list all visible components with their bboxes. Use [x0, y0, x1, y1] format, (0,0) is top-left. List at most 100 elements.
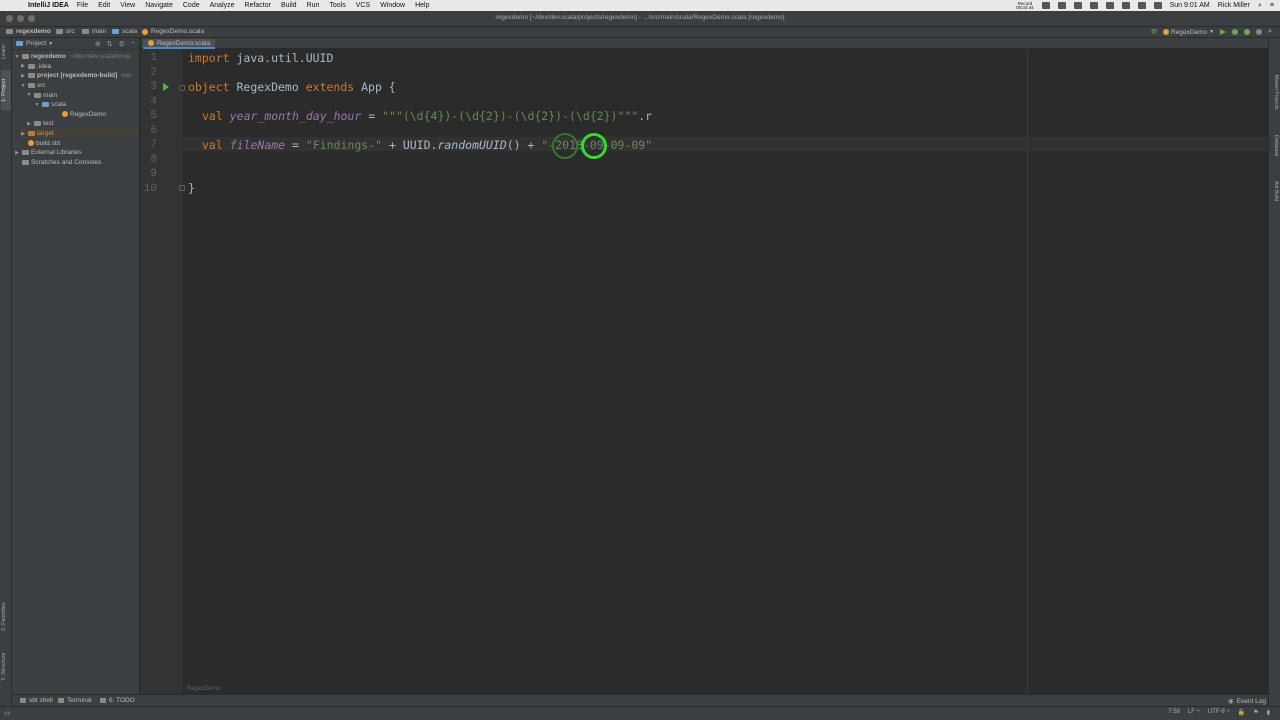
expanded-arrow-icon[interactable]: ▼	[34, 102, 40, 108]
menu-vcs[interactable]: VCS	[356, 2, 370, 9]
tab-structure[interactable]: 7: Structure	[1, 648, 11, 686]
screen-recorder-icon[interactable]	[1073, 2, 1082, 9]
menu-build[interactable]: Build	[281, 2, 297, 9]
expanded-arrow-icon[interactable]: ▼	[26, 92, 32, 98]
tab-ant-build[interactable]: Ant Build	[1269, 176, 1279, 206]
tree-item-project-regexdemo-build[interactable]: ▶ project [regexdemo-build] sou	[20, 71, 132, 81]
crumb-file[interactable]: RegexDemo.scala	[142, 28, 204, 35]
app-menu[interactable]: IntelliJ IDEA	[28, 2, 69, 9]
fold-marker-icon[interactable]	[179, 185, 185, 191]
git-icon[interactable]: ⚑	[1253, 709, 1258, 716]
tree-item-target[interactable]: ▶ target	[20, 128, 138, 139]
messages-icon[interactable]	[1089, 2, 1098, 9]
code-editor[interactable]: 1 2 3 4 5 6 7 8 9 10 import java.util.UUID object…	[141, 49, 1268, 694]
expanded-arrow-icon[interactable]: ▼	[14, 54, 20, 60]
crumb-src[interactable]: src	[56, 28, 75, 35]
tab-project[interactable]: 1: Project	[1, 70, 11, 110]
project-view-select[interactable]: Project ▼	[26, 40, 53, 47]
folder-icon	[82, 29, 89, 34]
terminal-button[interactable]: Terminal	[58, 697, 92, 704]
memory-indicator-icon[interactable]: ▮	[1267, 709, 1270, 716]
bluetooth-icon[interactable]	[1105, 2, 1114, 9]
crumb-main[interactable]: main	[82, 28, 106, 35]
menu-window[interactable]: Window	[380, 2, 405, 9]
menu-refactor[interactable]: Refactor	[245, 2, 271, 9]
clock[interactable]: Sun 9:01 AM	[1170, 2, 1210, 9]
collapsed-arrow-icon[interactable]: ▶	[20, 73, 26, 79]
notification-center-icon[interactable]: ≡	[1270, 2, 1274, 9]
editor-tab-regexdemo[interactable]: RegexDemo.scala	[143, 39, 216, 49]
scroll-from-source-icon[interactable]: ⊕	[95, 40, 101, 48]
menu-tools[interactable]: Tools	[329, 2, 345, 9]
menu-help[interactable]: Help	[415, 2, 429, 9]
menu-code[interactable]: Code	[183, 2, 200, 9]
spotlight-search-icon[interactable]: ⌕	[1258, 2, 1262, 10]
collapsed-arrow-icon[interactable]: ▶	[26, 121, 32, 127]
tree-item-build-sbt[interactable]: build.sbt	[20, 138, 60, 148]
lock-icon[interactable]: 🔓	[1238, 709, 1245, 716]
tree-item-main[interactable]: ▼ main	[26, 90, 58, 100]
tab-favorites[interactable]: 2: Favorites	[1, 598, 11, 636]
run-icon[interactable]	[1220, 29, 1227, 35]
hide-panel-icon[interactable]: −	[131, 40, 135, 48]
gear-icon[interactable]: ⚙	[119, 40, 125, 48]
status-left-icon[interactable]: ▭	[4, 709, 11, 717]
menu-run[interactable]: Run	[307, 2, 320, 9]
caret-position[interactable]: 7:58	[1168, 709, 1180, 716]
tree-item-test[interactable]: ▶ test	[26, 119, 53, 129]
volume-icon[interactable]	[1121, 2, 1130, 9]
profile-icon[interactable]	[1256, 29, 1263, 35]
encoding-select[interactable]: UTF-8 ÷	[1208, 709, 1230, 716]
tree-item-idea[interactable]: ▶ .idea	[20, 62, 51, 72]
build-hammer-icon[interactable]: ⚒	[1151, 28, 1157, 36]
menu-view[interactable]: View	[120, 2, 135, 9]
tree-item-path: ~/dev/dev.scala/proje	[69, 53, 131, 61]
menu-navigate[interactable]: Navigate	[145, 2, 173, 9]
run-config-label: RegexDemo	[1170, 28, 1208, 36]
search-everywhere-icon[interactable]: ⌕	[1268, 28, 1272, 36]
fold-marker-icon[interactable]	[179, 85, 185, 91]
wifi-icon[interactable]	[1137, 2, 1146, 9]
crumb-scala[interactable]: scala	[112, 28, 137, 35]
tree-item-regexdemo[interactable]: RegexDemo	[54, 110, 106, 120]
coverage-icon[interactable]	[1244, 29, 1251, 35]
menu-analyze[interactable]: Analyze	[210, 2, 235, 9]
run-config-select[interactable]: RegexDemo ▼	[1162, 28, 1214, 36]
tree-item-external-libraries[interactable]: ▶ External Libraries	[14, 148, 82, 158]
collapsed-arrow-icon[interactable]: ▶	[20, 131, 26, 137]
expanded-arrow-icon[interactable]: ▼	[20, 83, 26, 89]
menu-file[interactable]: File	[77, 2, 88, 9]
tab-learn[interactable]: Learn	[1, 40, 11, 64]
method-name: randomUUID	[437, 138, 507, 152]
collapsed-arrow-icon[interactable]: ▶	[20, 63, 26, 69]
run-gutter-icon[interactable]	[163, 83, 169, 91]
crumb-label: main	[92, 28, 107, 35]
collapsed-arrow-icon[interactable]: ▶	[14, 150, 20, 156]
creative-cloud-icon[interactable]	[1057, 2, 1066, 9]
macos-menu-bar: IntelliJ IDEA File Edit View Navigate Co…	[0, 0, 1280, 11]
todo-button[interactable]: 6: TODO	[100, 697, 135, 704]
tree-item-scratches-and-consoles[interactable]: Scratches and Consoles	[14, 158, 101, 168]
tree-item-src[interactable]: ▼ src	[20, 81, 46, 91]
tree-item-scala[interactable]: ▼ scala	[34, 100, 67, 110]
user-name[interactable]: Rick Miller	[1218, 2, 1250, 9]
folder-icon	[34, 121, 41, 127]
collapse-all-icon[interactable]: ⇅	[107, 40, 113, 48]
debug-icon[interactable]	[1232, 29, 1239, 35]
cursor-highlight-ring	[581, 133, 607, 159]
dropbox-icon[interactable]	[1041, 2, 1050, 9]
line-number: 5	[150, 110, 157, 122]
menu-edit[interactable]: Edit	[98, 2, 110, 9]
keyword: object	[188, 80, 230, 94]
event-log-button[interactable]: ◉ Event Log	[1228, 697, 1266, 706]
string-literal: "Findings-"	[305, 138, 383, 152]
sbt-shell-button[interactable]: sbt shell	[20, 697, 53, 704]
crumb-regexdemo[interactable]: regexdemo	[6, 28, 51, 35]
tree-item-regexdemo[interactable]: ▼ regexdemo ~/dev/dev.scala/proje	[14, 52, 131, 62]
recording-indicator[interactable]: Record 00:03:44	[1016, 1, 1034, 10]
line-separator-select[interactable]: LF ÷	[1188, 709, 1200, 716]
battery-icon[interactable]	[1153, 2, 1162, 9]
editor-breadcrumb[interactable]: RegexDemo	[187, 686, 220, 692]
tab-maven-projects[interactable]: Maven Projects	[1269, 68, 1279, 116]
tab-database[interactable]: Database	[1269, 130, 1279, 162]
